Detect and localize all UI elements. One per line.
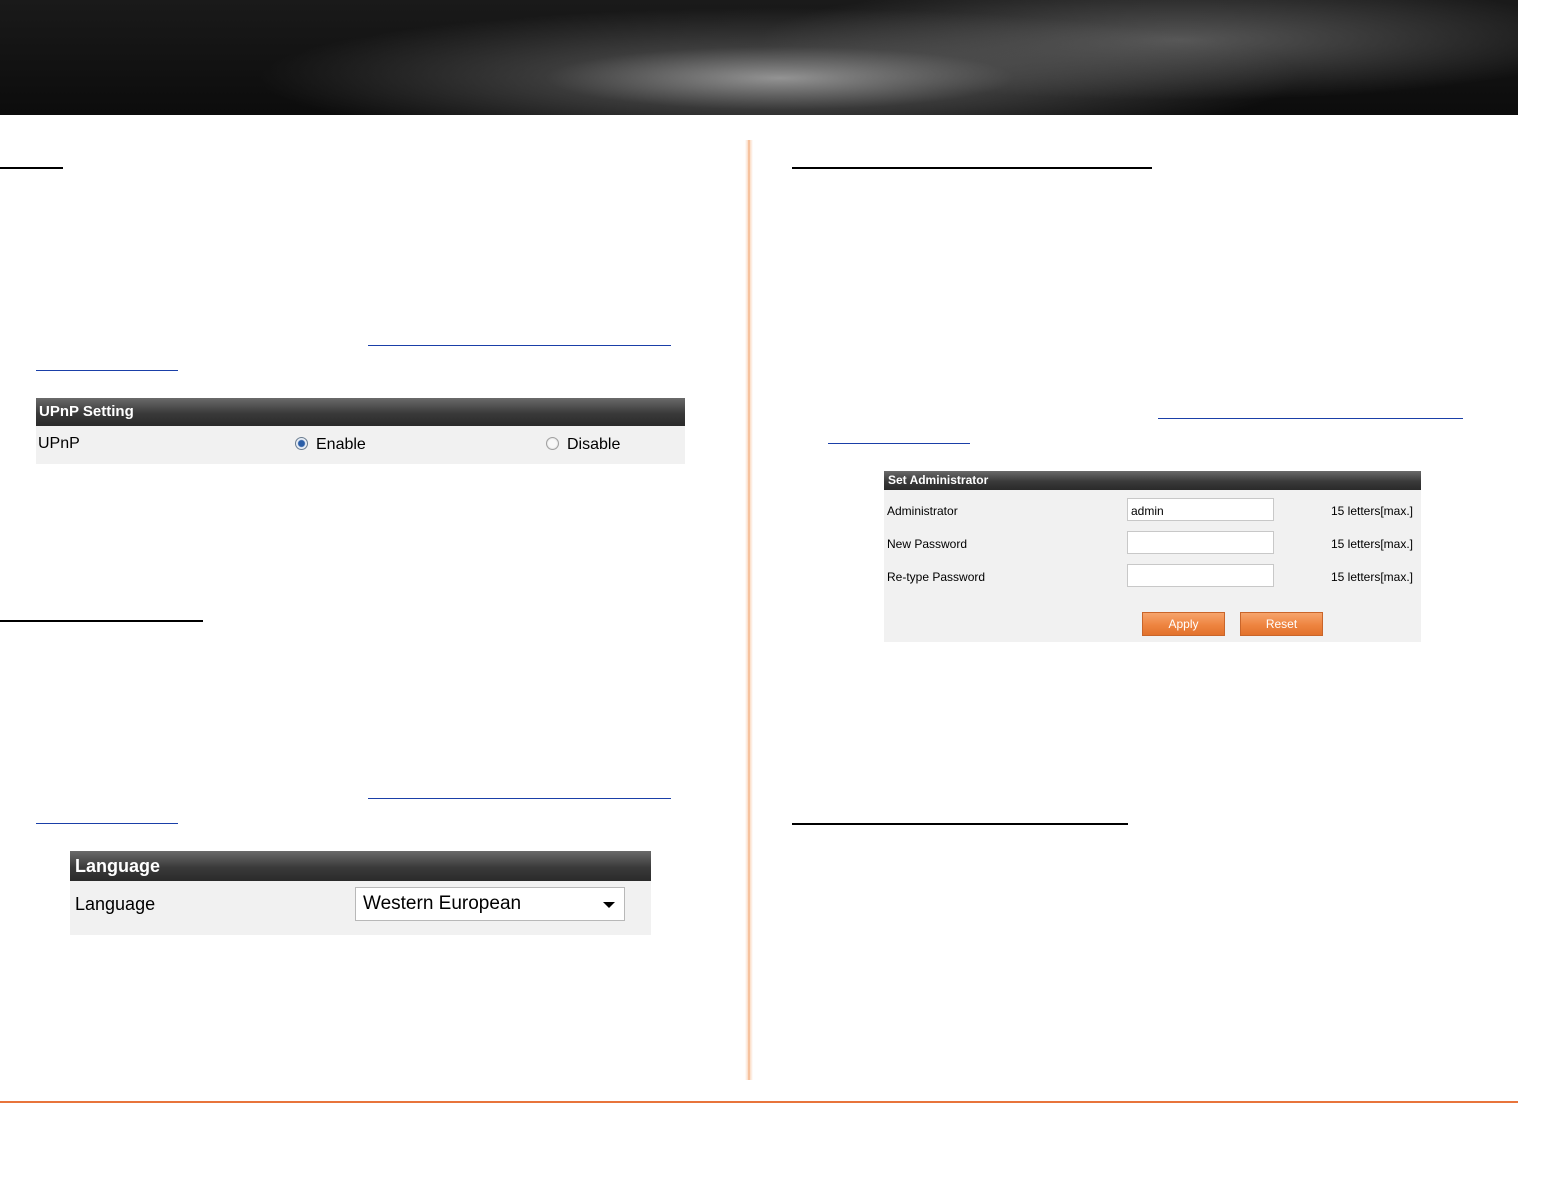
language-selected-value: Western European [363,893,522,914]
language-panel: Language Language Western European [70,851,651,935]
new-password-label: New Password [887,537,968,551]
link-underline[interactable] [36,370,178,371]
heading-underline-language [0,620,203,622]
administrator-label: Administrator [887,504,958,518]
link-underline[interactable] [368,345,671,346]
link-underline[interactable] [1158,418,1463,419]
disable-radio[interactable] [546,437,559,450]
upnp-setting-panel: UPnP Setting UPnP Enable Disable [36,398,685,464]
apply-button[interactable]: Apply [1142,612,1225,636]
column-divider [745,140,753,1080]
set-administrator-panel: Set Administrator Administrator admin 15… [884,471,1421,642]
language-label: Language [75,894,156,914]
upnp-row: UPnP Enable Disable [36,426,685,464]
retype-password-label: Re-type Password [887,570,986,584]
administrator-row: Administrator admin 15 letters[max.] [884,498,1421,524]
enable-radio[interactable] [295,437,308,450]
footer-rule [0,1101,1518,1103]
panel-title: UPnP Setting [36,398,685,426]
language-select[interactable]: Western European [355,887,625,921]
max-length-hint: 15 letters[max.] [1330,537,1413,551]
panel-title: Language [70,851,651,881]
reset-button[interactable]: Reset [1240,612,1323,636]
link-underline[interactable] [368,798,671,799]
administrator-input[interactable]: admin [1127,498,1274,521]
retype-password-row: Re-type Password 15 letters[max.] [884,564,1421,590]
enable-radio-label[interactable]: Enable [316,436,366,454]
header-banner [0,0,1518,115]
max-length-hint: 15 letters[max.] [1330,504,1413,518]
chevron-down-icon[interactable] [603,902,615,908]
heading-underline-upnp [0,167,63,169]
heading-underline-section [792,823,1128,825]
new-password-input[interactable] [1127,531,1274,554]
panel-title: Set Administrator [884,471,1421,490]
link-underline[interactable] [36,823,178,824]
heading-underline-administrator [792,167,1152,169]
link-underline[interactable] [828,443,970,444]
max-length-hint: 15 letters[max.] [1330,570,1413,584]
upnp-label: UPnP [38,435,80,452]
retype-password-input[interactable] [1127,564,1274,587]
new-password-row: New Password 15 letters[max.] [884,531,1421,557]
disable-radio-label[interactable]: Disable [567,436,620,454]
